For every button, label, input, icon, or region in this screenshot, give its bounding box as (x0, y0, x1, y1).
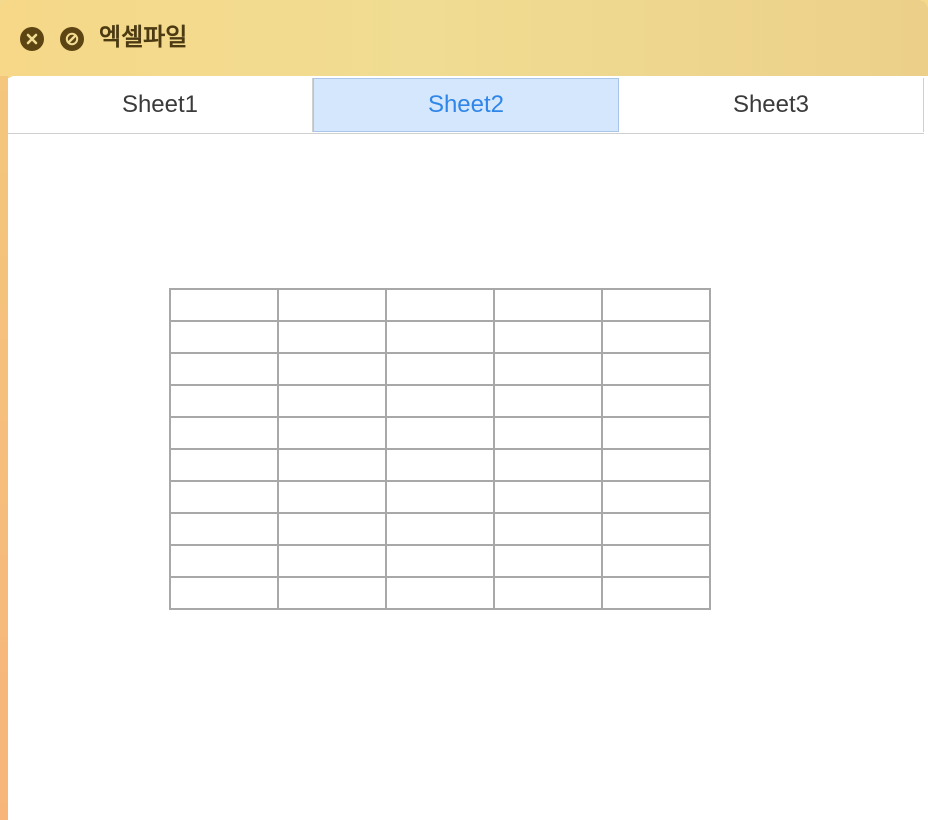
sheet-cell[interactable] (601, 288, 711, 322)
table-row (169, 384, 711, 418)
sheet-cell[interactable] (385, 448, 495, 482)
table-row (169, 576, 711, 610)
minimize-button[interactable] (60, 27, 84, 51)
table-row (169, 288, 711, 322)
sheet-cell[interactable] (493, 416, 603, 450)
close-icon (26, 33, 38, 45)
sheet-cell[interactable] (169, 416, 279, 450)
sheet-cell[interactable] (277, 384, 387, 418)
sheet-cell[interactable] (385, 416, 495, 450)
sheet-cell[interactable] (601, 576, 711, 610)
sheet-cell[interactable] (169, 576, 279, 610)
tab-sheet2[interactable]: Sheet2 (313, 78, 619, 132)
sheet-grid (169, 288, 711, 610)
sheet-cell[interactable] (385, 576, 495, 610)
sheet-cell[interactable] (169, 512, 279, 546)
sheet-cell[interactable] (169, 320, 279, 354)
sheet-cell[interactable] (169, 352, 279, 386)
sheet-cell[interactable] (493, 480, 603, 514)
tab-sheet3[interactable]: Sheet3 (619, 78, 924, 132)
sheet-cell[interactable] (277, 576, 387, 610)
table-row (169, 480, 711, 514)
sheet-cell[interactable] (277, 480, 387, 514)
sheet-cell[interactable] (277, 512, 387, 546)
sheet-cell[interactable] (277, 320, 387, 354)
sheet-content: Sheet1 Sheet2 Sheet3 (8, 76, 928, 820)
sheet-cell[interactable] (385, 512, 495, 546)
sheet-cell[interactable] (493, 544, 603, 578)
window-edge (0, 76, 8, 820)
sheet-cell[interactable] (493, 352, 603, 386)
tab-sheet1[interactable]: Sheet1 (8, 78, 313, 132)
sheet-cell[interactable] (277, 448, 387, 482)
sheet-tab-bar: Sheet1 Sheet2 Sheet3 (8, 78, 924, 134)
sheet-grid-container (169, 288, 711, 610)
sheet-cell[interactable] (277, 544, 387, 578)
window-title: 엑셀파일 (99, 23, 188, 51)
sheet-cell[interactable] (169, 544, 279, 578)
app-window: 엑셀파일 Sheet1 Sheet2 Sheet3 (0, 0, 928, 820)
sheet-cell[interactable] (493, 576, 603, 610)
sheet-cell[interactable] (601, 384, 711, 418)
sheet-cell[interactable] (601, 320, 711, 354)
sheet-cell[interactable] (385, 288, 495, 322)
sheet-cell[interactable] (601, 512, 711, 546)
sheet-cell[interactable] (385, 384, 495, 418)
sheet-cell[interactable] (169, 480, 279, 514)
sheet-cell[interactable] (601, 416, 711, 450)
sheet-cell[interactable] (601, 544, 711, 578)
sheet-cell[interactable] (385, 352, 495, 386)
sheet-cell[interactable] (169, 288, 279, 322)
sheet-cell[interactable] (493, 448, 603, 482)
sheet-cell[interactable] (493, 512, 603, 546)
sheet-cell[interactable] (601, 480, 711, 514)
table-row (169, 544, 711, 578)
sheet-cell[interactable] (385, 320, 495, 354)
sheet-cell[interactable] (601, 448, 711, 482)
table-row (169, 320, 711, 354)
sheet-cell[interactable] (493, 288, 603, 322)
sheet-cell[interactable] (277, 416, 387, 450)
sheet-cell[interactable] (169, 448, 279, 482)
close-button[interactable] (20, 27, 44, 51)
sheet-cell[interactable] (277, 352, 387, 386)
table-row (169, 416, 711, 450)
title-bar[interactable]: 엑셀파일 (0, 0, 928, 76)
sheet-cell[interactable] (385, 544, 495, 578)
sheet-cell[interactable] (385, 480, 495, 514)
sheet-cell[interactable] (493, 320, 603, 354)
table-row (169, 352, 711, 386)
sheet-cell[interactable] (601, 352, 711, 386)
sheet-cell[interactable] (277, 288, 387, 322)
sheet-cell[interactable] (493, 384, 603, 418)
table-row (169, 448, 711, 482)
no-entry-icon (65, 32, 79, 46)
sheet-cell[interactable] (169, 384, 279, 418)
table-row (169, 512, 711, 546)
